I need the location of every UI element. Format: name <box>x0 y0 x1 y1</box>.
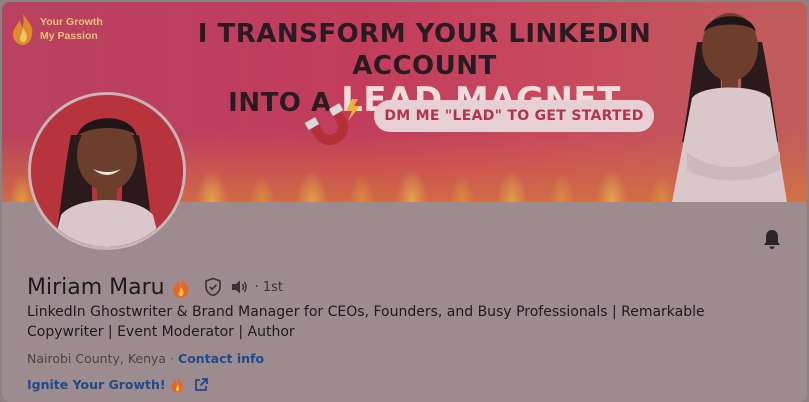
bell-icon[interactable] <box>760 227 784 251</box>
location-separator: · <box>166 351 179 366</box>
brand-line-1: Your Growth <box>40 16 103 28</box>
flame-logo-icon <box>13 14 33 45</box>
magnet-icon <box>304 99 360 145</box>
website-link[interactable]: Ignite Your Growth! <box>27 377 166 392</box>
profile-name: Miriam Maru <box>27 274 165 300</box>
fire-emoji-icon <box>171 377 183 393</box>
contact-info-link[interactable]: Contact info <box>178 351 264 366</box>
profile-location: Nairobi County, Kenya <box>27 351 167 366</box>
profile-card: Your Growth My Passion I TRANSFORM YOUR … <box>2 2 807 402</box>
brand-line-2: My Passion <box>40 30 98 42</box>
fire-emoji-icon <box>172 277 189 298</box>
website-row: Ignite Your Growth! <box>27 376 209 393</box>
speaker-icon[interactable] <box>229 277 249 297</box>
banner-cta: DM ME "LEAD" TO GET STARTED <box>374 100 654 132</box>
shield-check-icon[interactable] <box>203 277 223 297</box>
profile-headline: LinkedIn Ghostwriter & Brand Manager for… <box>27 304 705 340</box>
name-row: Miriam Maru · 1st <box>27 270 283 304</box>
banner-person-photo <box>672 13 787 202</box>
profile-avatar[interactable] <box>28 92 186 250</box>
banner-brand: Your Growth My Passion <box>10 12 103 46</box>
location-row: Nairobi County, Kenya · Contact info <box>27 351 264 366</box>
avatar-photo <box>31 95 183 247</box>
banner-headline-line-1: I TRANSFORM YOUR LINKEDIN ACCOUNT <box>197 19 652 81</box>
connection-degree: · 1st <box>254 279 284 295</box>
external-link-icon[interactable] <box>193 377 209 393</box>
